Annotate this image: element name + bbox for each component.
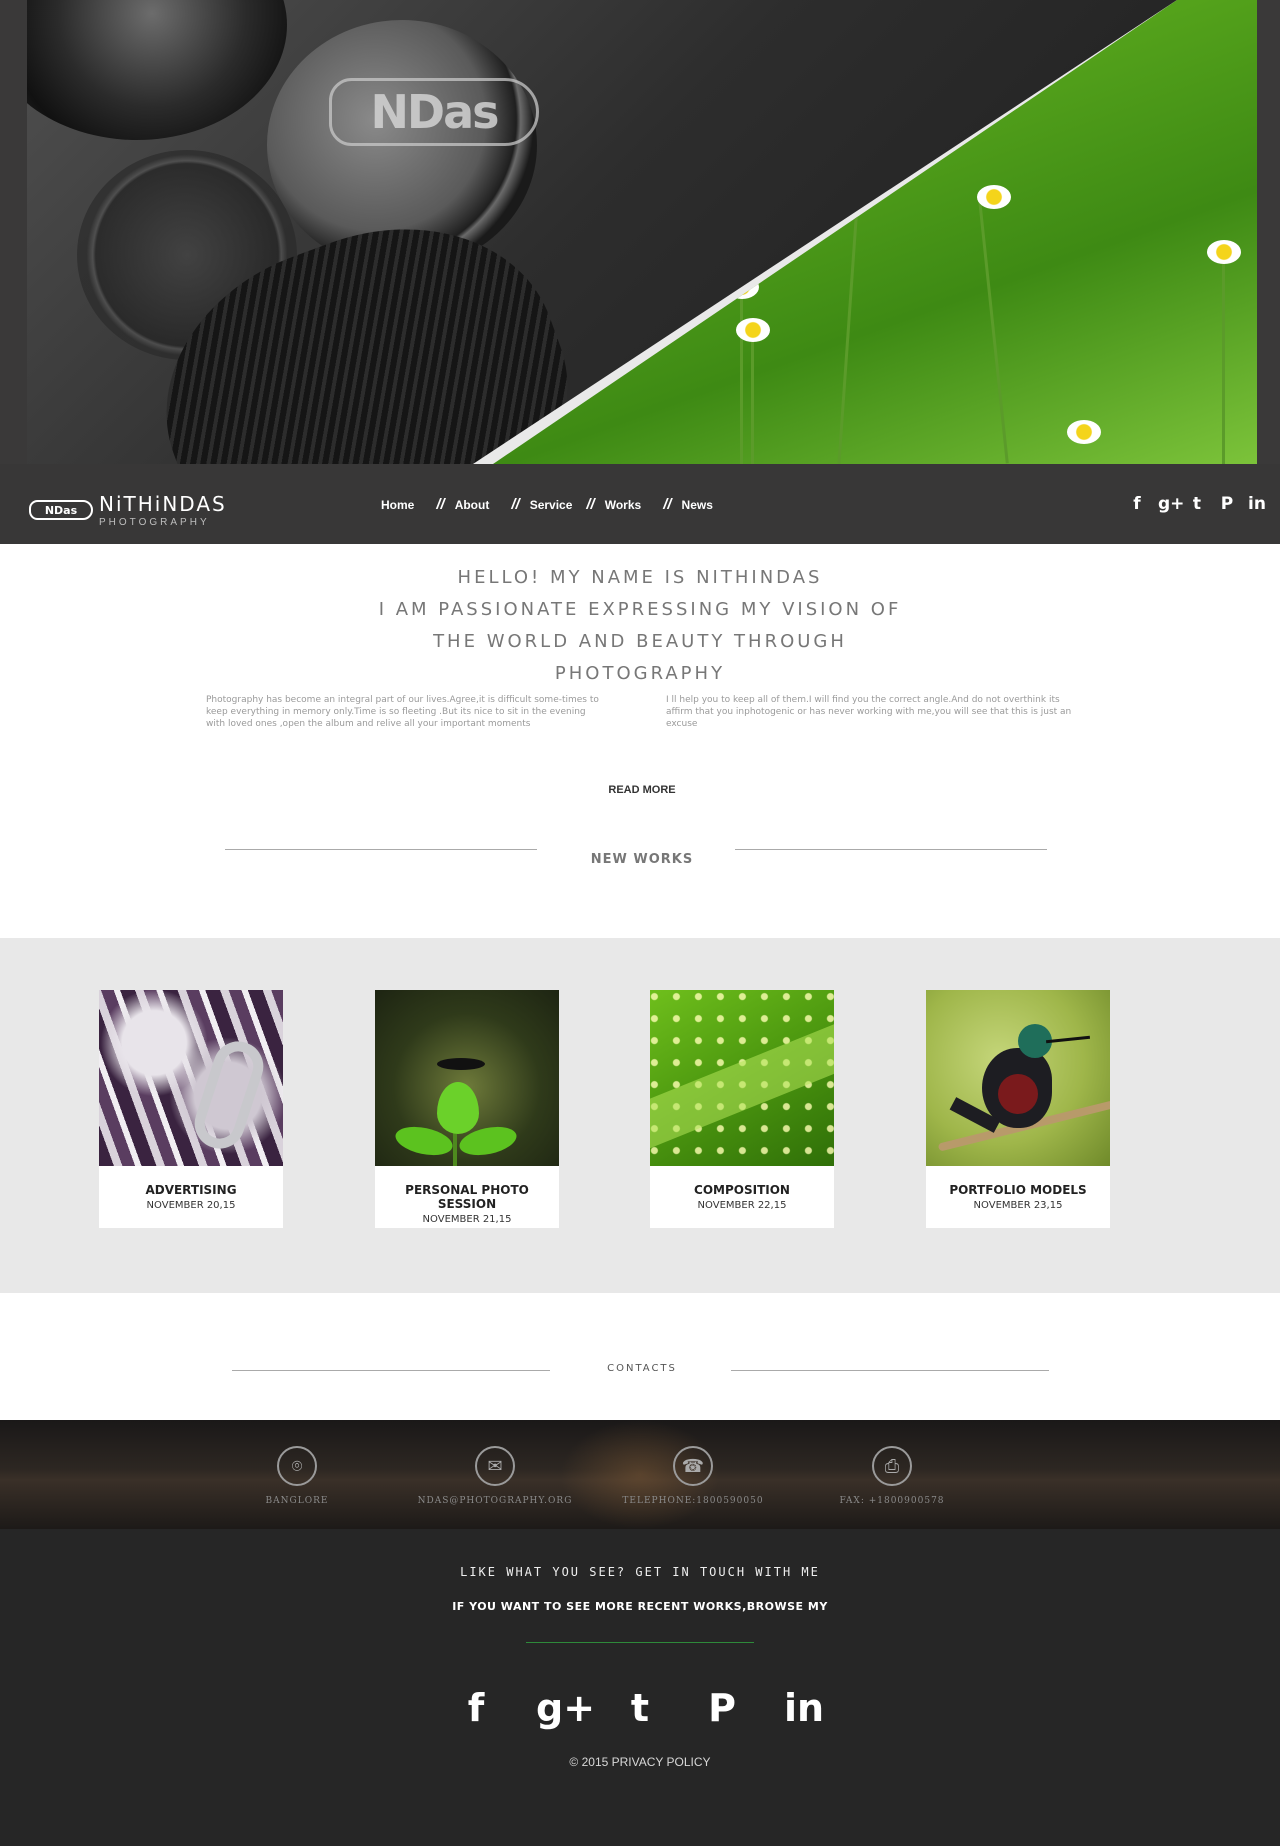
brand-logo[interactable]: NDas NiTHiNDAS PHOTOGRAPHY: [29, 492, 227, 528]
nav-news[interactable]: News: [682, 498, 713, 512]
work-thumbnail[interactable]: [650, 990, 834, 1166]
contact-label: BANGLORE: [265, 1496, 329, 1506]
work-card-personal-photo-session[interactable]: PERSONAL PHOTO SESSION NOVEMBER 21,15: [375, 990, 559, 1228]
twitter-icon[interactable]: t: [618, 1689, 662, 1727]
intro-paragraph-left: Photography has become an integral part …: [206, 695, 599, 729]
work-card-portfolio-models[interactable]: PORTFOLIO MODELS NOVEMBER 23,15: [926, 990, 1110, 1228]
nav-separator: //: [586, 496, 595, 513]
pinterest-icon[interactable]: P: [1218, 494, 1236, 514]
hero-watermark-logo: NDas: [329, 78, 539, 146]
work-title: COMPOSITION: [694, 1183, 790, 1197]
linkedin-icon[interactable]: in: [1248, 494, 1266, 514]
contact-label: FAX: +1800900578: [839, 1496, 945, 1506]
work-card-advertising[interactable]: ADVERTISING NOVEMBER 20,15: [99, 990, 283, 1228]
google-plus-icon[interactable]: g+: [536, 1689, 595, 1727]
contact-info-strip: ⌾ BANGLORE ✉ NDAS@PHOTOGRAPHY.ORG ☎ TELE…: [0, 1420, 1280, 1529]
location-pin-icon: ⌾: [277, 1446, 317, 1486]
brand-tagline: PHOTOGRAPHY: [99, 517, 210, 528]
work-title: PERSONAL PHOTO SESSION: [405, 1183, 529, 1211]
work-thumbnail[interactable]: [99, 990, 283, 1166]
copyright-privacy-link[interactable]: © 2015 PRIVACY POLICY: [0, 1755, 1280, 1769]
work-thumbnail[interactable]: [375, 990, 559, 1166]
nav-service[interactable]: Service: [530, 498, 573, 512]
footer-divider: [526, 1642, 754, 1643]
work-thumbnail[interactable]: [926, 990, 1110, 1166]
contact-location: ⌾ BANGLORE: [217, 1446, 377, 1506]
google-plus-icon[interactable]: g+: [1158, 494, 1184, 514]
linkedin-icon[interactable]: in: [782, 1689, 826, 1727]
work-date: NOVEMBER 23,15: [973, 1200, 1063, 1211]
new-works-grid: ADVERTISING NOVEMBER 20,15 PERSONAL PHOT…: [0, 938, 1280, 1293]
intro-section: HELLO! MY NAME IS NITHINDAS I AM PASSION…: [0, 544, 1280, 938]
nav-separator: //: [511, 496, 520, 513]
top-navbar: NDas NiTHiNDAS PHOTOGRAPHY Home // About…: [0, 464, 1280, 544]
work-card-composition[interactable]: COMPOSITION NOVEMBER 22,15: [650, 990, 834, 1228]
work-date: NOVEMBER 22,15: [697, 1200, 787, 1211]
mail-icon: ✉: [475, 1446, 515, 1486]
phone-icon: ☎: [673, 1446, 713, 1486]
work-title: PORTFOLIO MODELS: [949, 1183, 1087, 1197]
brand-mark: NDas: [29, 500, 93, 520]
footer: LIKE WHAT YOU SEE? GET IN TOUCH WITH ME …: [0, 1529, 1280, 1846]
facebook-icon[interactable]: f: [454, 1689, 498, 1727]
hero-image: NDas: [27, 0, 1257, 464]
read-more-link[interactable]: READ MORE: [0, 784, 1280, 796]
nav-home[interactable]: Home: [381, 498, 414, 512]
contact-fax: ⎙ FAX: +1800900578: [812, 1446, 972, 1506]
work-title: ADVERTISING: [145, 1183, 237, 1197]
work-date: NOVEMBER 21,15: [422, 1214, 512, 1225]
contact-label[interactable]: TELEPHONE:1800590050: [613, 1496, 773, 1506]
facebook-icon[interactable]: f: [1128, 494, 1146, 514]
nav-separator: //: [436, 496, 445, 513]
intro-heading-line: HELLO! MY NAME IS NITHINDAS: [457, 567, 823, 588]
nav-separator: //: [663, 496, 672, 513]
fax-icon: ⎙: [872, 1446, 912, 1486]
hero-banner: NDas: [0, 0, 1280, 464]
nav-works[interactable]: Works: [605, 498, 641, 512]
intro-paragraph-right: I ll help you to keep all of them.I will…: [666, 695, 1072, 729]
work-date: NOVEMBER 20,15: [146, 1200, 236, 1211]
contact-email[interactable]: ✉ NDAS@PHOTOGRAPHY.ORG: [415, 1446, 575, 1506]
new-works-heading: NEW WORKS: [590, 852, 694, 867]
contacts-heading: CONTACTS: [607, 1363, 677, 1374]
divider: [225, 849, 537, 850]
contacts-heading-band: CONTACTS: [0, 1293, 1280, 1420]
nav-about[interactable]: About: [455, 498, 490, 512]
pinterest-icon[interactable]: P: [700, 1689, 744, 1727]
main-menu: Home // About // Service // Works // New…: [381, 496, 713, 513]
intro-heading-line: THE WORLD AND BEAUTY THROUGH: [433, 631, 847, 652]
footer-subtext: IF YOU WANT TO SEE MORE RECENT WORKS,BRO…: [452, 1600, 828, 1613]
contact-label[interactable]: NDAS@PHOTOGRAPHY.ORG: [415, 1496, 575, 1506]
intro-heading-line: I AM PASSIONATE EXPRESSING MY VISION OF: [378, 599, 902, 620]
footer-cta: LIKE WHAT YOU SEE? GET IN TOUCH WITH ME: [460, 1565, 820, 1579]
intro-heading: HELLO! MY NAME IS NITHINDAS I AM PASSION…: [0, 562, 1280, 690]
contact-phone[interactable]: ☎ TELEPHONE:1800590050: [613, 1446, 773, 1506]
twitter-icon[interactable]: t: [1188, 494, 1206, 514]
brand-name: NiTHiNDAS: [99, 492, 227, 516]
header-social-links: f g+ t P in: [1128, 494, 1266, 514]
intro-heading-line: PHOTOGRAPHY: [554, 663, 726, 684]
divider: [735, 849, 1047, 850]
footer-social-links: f g+ t P in: [0, 1689, 1280, 1727]
